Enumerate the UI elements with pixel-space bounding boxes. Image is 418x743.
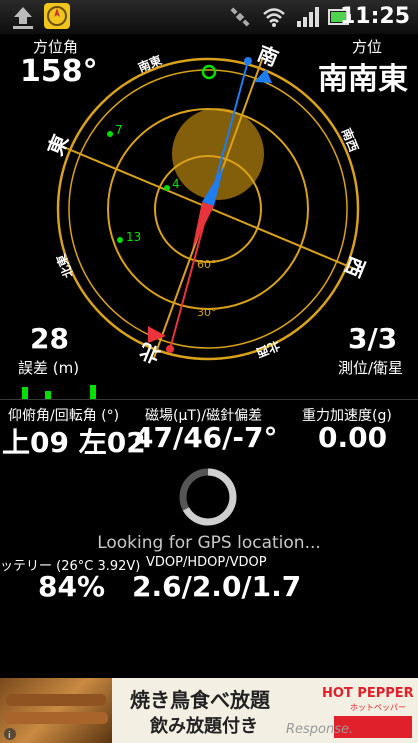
reverse-heading-line (169, 208, 209, 350)
satellite-7-label: 7 (115, 123, 123, 137)
loading-spinner-icon (179, 468, 237, 526)
dop-label: VDOP/HDOP/VDOP (146, 555, 267, 570)
needle-north (192, 202, 214, 250)
gps-satellite-icon (230, 7, 250, 27)
satellite-4-label: 4 (172, 177, 180, 191)
gps-status-text: Looking for GPS location... (97, 533, 321, 553)
intercardinal-nw: 北西 (254, 338, 282, 361)
satellite-4 (164, 185, 170, 191)
dop-value: 2.6/2.0/1.7 (132, 570, 302, 603)
target-circle (201, 64, 217, 80)
gravity-value: 0.00 (318, 421, 388, 454)
ad-line-1: 焼き鳥食べ放題 (130, 688, 270, 712)
ad-brand-sub: ホットペッパー (350, 703, 406, 712)
divider (0, 399, 418, 400)
signal-bars (0, 381, 418, 400)
ad-line-2: 飲み放題付き (150, 716, 258, 737)
error-value: 28 (30, 322, 69, 355)
error-label: 誤差 (m) (18, 359, 80, 377)
ad-brand: HOT PEPPER (322, 686, 414, 701)
satellite-7 (107, 131, 113, 137)
upload-icon (13, 7, 33, 29)
signal-bar (90, 385, 96, 399)
heading-value: 158° (20, 54, 98, 89)
svg-text:i: i (8, 731, 11, 741)
signal-bar (22, 387, 28, 399)
cardinal-west: 西 (340, 253, 370, 281)
satellite-13-label: 13 (126, 230, 141, 244)
satellites-value: 3/3 (348, 322, 398, 355)
watermark: Response. (286, 722, 354, 737)
ad-food-image: i (0, 678, 112, 743)
signal-strength-icon (297, 7, 319, 27)
ad-banner[interactable]: i 焼き鳥食べ放題 飲み放題付き HOT PEPPER ホットペッパー Resp… (0, 678, 418, 743)
ring-30-label: 30° (197, 306, 217, 319)
status-bar: 11:25 (0, 0, 418, 34)
satellites-label: 測位/衛星 (338, 359, 404, 377)
intercardinal-ne: 北東 (53, 252, 76, 280)
intercardinal-sw: 南西 (339, 126, 362, 154)
ring-60-label: 60° (197, 258, 217, 271)
wifi-icon (263, 8, 285, 27)
app-notification-icon (44, 3, 70, 29)
intercardinal-se: 南東 (136, 52, 164, 75)
reverse-heading-dot (166, 345, 174, 353)
magnetic-value: 47/46/-7° (134, 421, 278, 454)
signal-bar (45, 391, 51, 399)
heading-dot (244, 57, 252, 65)
direction-value: 南南東 (318, 62, 408, 97)
battery-value: 84% (38, 570, 106, 603)
tilt-value: 上09 左02 (2, 426, 146, 459)
satellite-13 (117, 237, 123, 243)
clock: 11:25 (339, 4, 410, 29)
